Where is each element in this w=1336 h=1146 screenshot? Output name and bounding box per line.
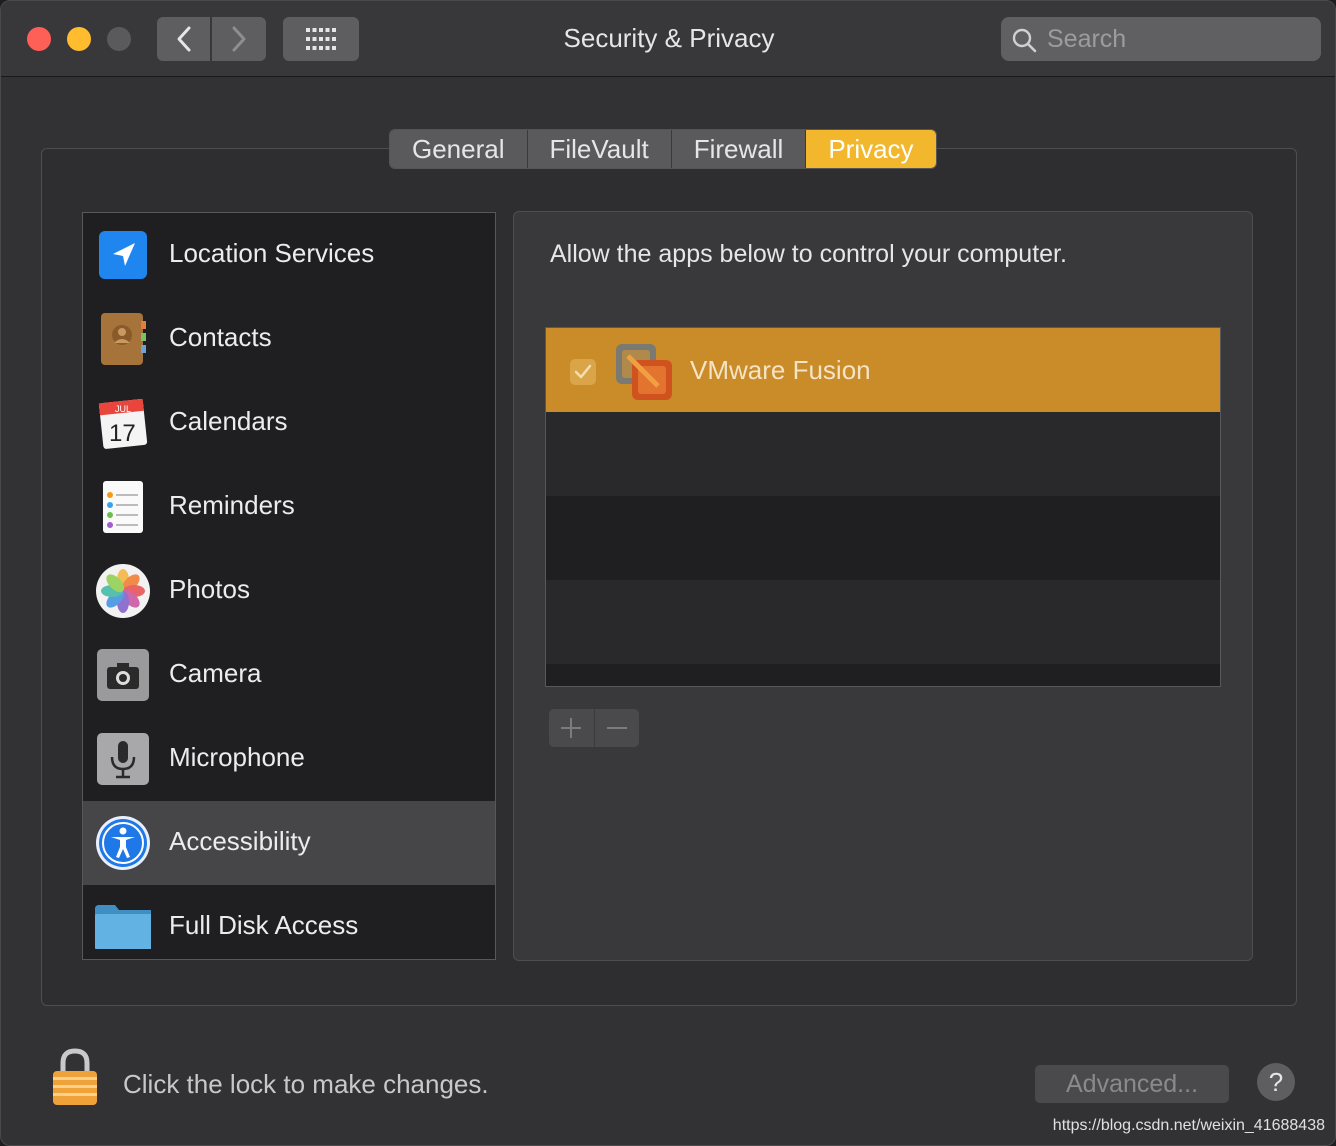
vmware-fusion-icon [616,344,672,400]
app-row-empty [546,664,1220,686]
microphone-icon [97,733,149,785]
camera-icon [97,649,149,701]
tab-privacy[interactable]: Privacy [806,130,936,168]
sidebar-item-label: Calendars [169,406,288,436]
advanced-button[interactable]: Advanced... [1035,1065,1229,1103]
app-row-vmware-fusion[interactable]: VMware Fusion [546,328,1220,412]
search-field[interactable]: Search [1001,17,1321,61]
search-icon [1012,28,1037,53]
sidebar-item-label: Full Disk Access [169,910,359,940]
folder-icon [95,905,151,949]
tab-filevault[interactable]: FileVault [527,130,672,168]
app-checkbox[interactable] [570,359,596,385]
sidebar-item-camera[interactable]: Camera [83,633,495,717]
watermark: https://blog.csdn.net/weixin_41688438 [1052,1117,1325,1134]
sidebar-item-location-services[interactable]: Location Services [83,213,495,297]
calendar-day: 17 [109,420,136,447]
accessibility-icon [96,816,150,870]
sidebar-item-reminders[interactable]: Reminders [83,465,495,549]
help-button[interactable]: ? [1257,1063,1295,1101]
sidebar-item-accessibility[interactable]: Accessibility [83,801,495,885]
reminders-icon [103,481,143,533]
remove-app-button[interactable] [595,709,640,747]
sidebar-item-microphone[interactable]: Microphone [83,717,495,801]
checkmark-icon [574,364,592,379]
sidebar-item-contacts[interactable]: Contacts [83,297,495,381]
location-arrow-icon [99,231,147,279]
contacts-book-icon [101,313,146,365]
sidebar-item-label: Photos [169,574,250,604]
tab-general[interactable]: General [390,130,528,168]
photos-flower-icon [96,564,150,618]
app-list[interactable]: VMware Fusion [545,327,1221,687]
sidebar-item-photos[interactable]: Photos [83,549,495,633]
sidebar-item-label: Reminders [169,490,295,520]
app-row-empty [546,412,1220,496]
sidebar-item-full-disk-access[interactable]: Full Disk Access [83,885,495,959]
minus-icon [606,727,627,729]
titlebar: Security & Privacy Search [1,1,1335,77]
calendar-month: JUL [115,404,131,414]
sidebar-item-label: Microphone [169,742,305,772]
privacy-category-list[interactable]: Location Services Contacts JUL 17 Calend… [82,212,496,960]
lock-icon[interactable] [49,1047,101,1107]
add-app-button[interactable] [549,709,595,747]
plus-icon [561,718,582,738]
add-remove-control [549,709,639,747]
calendar-icon: JUL 17 [98,398,148,449]
app-row-empty [546,580,1220,664]
lock-message: Click the lock to make changes. [123,1069,489,1099]
app-row-empty [546,496,1220,580]
sidebar-item-label: Accessibility [169,826,311,856]
sidebar-item-label: Camera [169,658,262,688]
preferences-window: Security & Privacy Search General FileVa… [0,0,1336,1146]
tab-firewall[interactable]: Firewall [671,130,807,168]
sidebar-item-label: Contacts [169,322,272,352]
search-placeholder: Search [1047,25,1127,53]
sidebar-item-calendars[interactable]: JUL 17 Calendars [83,381,495,465]
app-name: VMware Fusion [690,355,871,385]
pane-description: Allow the apps below to control your com… [550,240,1067,268]
tab-bar: General FileVault Firewall Privacy [389,129,937,169]
sidebar-item-label: Location Services [169,238,375,268]
